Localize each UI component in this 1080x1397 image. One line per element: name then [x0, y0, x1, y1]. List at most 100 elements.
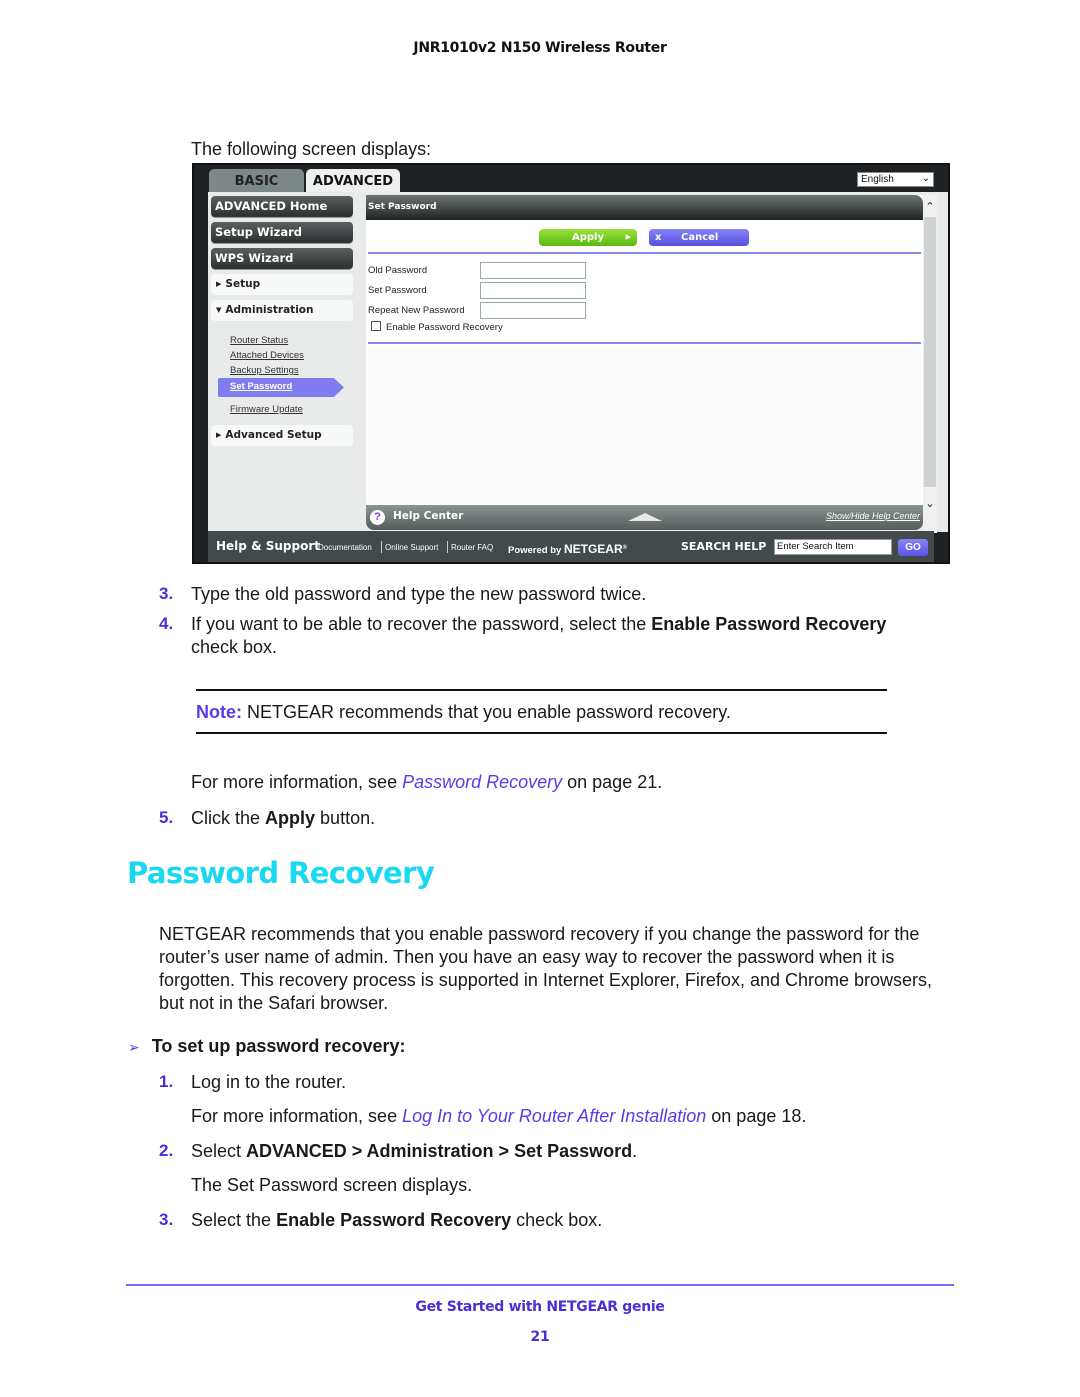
step-number: 3.: [159, 1210, 174, 1229]
step-text: If you want to be able to recover the pa…: [191, 613, 951, 659]
divider: [368, 252, 921, 254]
sidebar-administration[interactable]: ▼ Administration: [211, 300, 353, 321]
link-online-support[interactable]: Online Support: [385, 543, 438, 552]
more-info-text: For more information, see: [191, 1106, 403, 1126]
chevron-up-icon[interactable]: ⌃: [924, 200, 936, 213]
panel-empty-area: [368, 345, 921, 505]
sidebar-wps-wizard[interactable]: WPS Wizard: [211, 248, 353, 269]
scrollbar[interactable]: ⌃ ⌄: [923, 195, 937, 533]
sidebar-setup-wizard[interactable]: Setup Wizard: [211, 222, 353, 243]
router-screenshot: BASIC ADVANCED English ⌄ ADVANCED Home S…: [192, 163, 950, 564]
set-password-panel: Set Password Apply ▶ x Cancel Old Passwo…: [366, 195, 923, 505]
note-label: Note:: [196, 702, 242, 722]
step-text: Select ADVANCED > Administration > Set P…: [191, 1140, 637, 1163]
more-info: For more information, see Password Recov…: [191, 771, 662, 794]
language-select[interactable]: English ⌄: [857, 172, 934, 187]
cancel-button[interactable]: x Cancel: [649, 229, 749, 246]
step-text-plain: Select: [191, 1141, 247, 1161]
xref-log-in[interactable]: Log In to Your Router After Installation: [402, 1106, 706, 1126]
registered-mark: ®: [622, 544, 628, 551]
panel-title: Set Password: [366, 195, 923, 220]
powered-by: Powered by NETGEAR®: [508, 542, 627, 556]
intro-text: The following screen displays:: [191, 139, 432, 159]
step-text-plain: If you want to be able to recover the pa…: [191, 614, 652, 634]
step-number: 2.: [159, 1141, 174, 1160]
xref-password-recovery[interactable]: Password Recovery: [402, 772, 562, 792]
link-attached-devices[interactable]: Attached Devices: [230, 350, 304, 361]
sidebar-setup-label: Setup: [225, 278, 261, 290]
triangle-down-icon: ▼: [216, 306, 222, 314]
note-rule-top: [196, 689, 887, 691]
link-firmware-update[interactable]: Firmware Update: [230, 404, 303, 415]
scrollbar-thumb[interactable]: [924, 217, 936, 487]
enable-password-recovery-checkbox[interactable]: [371, 321, 381, 331]
step-text-plain: check box.: [191, 637, 278, 657]
repeat-password-input[interactable]: [480, 302, 586, 319]
sidebar-advanced-home[interactable]: ADVANCED Home: [211, 196, 353, 217]
help-support-title: Help & Support: [216, 539, 320, 553]
link-documentation[interactable]: Documentation: [318, 543, 372, 552]
search-help-input[interactable]: Enter Search Item: [774, 539, 892, 555]
link-backup-settings[interactable]: Backup Settings: [230, 365, 299, 376]
apply-button[interactable]: Apply ▶: [539, 229, 637, 246]
netgear-logo: NETGEAR: [563, 542, 623, 556]
router-topbar: BASIC ADVANCED English ⌄: [194, 165, 948, 193]
powered-by-text: Powered by: [508, 545, 562, 556]
tab-advanced[interactable]: ADVANCED: [306, 169, 400, 193]
step-text-plain: .: [632, 1141, 638, 1161]
link-set-password-label: Set Password: [230, 381, 293, 392]
help-center-bar: ? Help Center Show/Hide Help Center: [366, 505, 923, 530]
tab-basic[interactable]: BASIC: [209, 169, 304, 193]
sidebar-advanced-setup[interactable]: ▶ Advanced Setup: [211, 425, 353, 446]
cancel-label: Cancel: [681, 232, 719, 243]
enable-password-recovery-label: Enable Password Recovery: [386, 322, 503, 333]
set-password-label: Set Password: [368, 285, 427, 296]
chevron-down-icon: ⌄: [921, 173, 930, 184]
chevron-down-icon[interactable]: ⌄: [924, 497, 936, 510]
old-password-input[interactable]: [480, 262, 586, 279]
note-text: NETGEAR recommends that you enable passw…: [242, 702, 731, 722]
step-number: 5.: [159, 808, 174, 827]
procedure-title: To set up password recovery:: [151, 1036, 406, 1056]
step-text-bold: Enable Password Recovery: [651, 614, 887, 634]
step-number: 4.: [159, 614, 174, 633]
help-icon: ?: [370, 510, 385, 525]
step-text: Type the old password and type the new p…: [191, 584, 647, 604]
more-info-text: For more information, see: [191, 772, 403, 792]
link-set-password[interactable]: Set Password: [218, 378, 344, 397]
set-password-input[interactable]: [480, 282, 586, 299]
step-text-bold: Apply: [265, 808, 316, 828]
step-text-plain: check box.: [511, 1210, 603, 1230]
help-center-title: Help Center: [393, 510, 464, 522]
section-paragraph: NETGEAR recommends that you enable passw…: [159, 924, 933, 1013]
footer-title: Get Started with NETGEAR genie: [415, 1299, 665, 1315]
sidebar-advanced-setup-label: Advanced Setup: [225, 429, 322, 441]
show-hide-help-link[interactable]: Show/Hide Help Center: [826, 511, 920, 521]
note: Note: NETGEAR recommends that you enable…: [196, 702, 731, 723]
repeat-password-label: Repeat New Password: [368, 305, 465, 316]
running-header: JNR1010v2 N150 Wireless Router: [413, 40, 667, 56]
more-info: For more information, see Log In to Your…: [191, 1105, 806, 1128]
divider: [368, 342, 921, 344]
close-icon: x: [655, 232, 662, 243]
router-main: ADVANCED Home Setup Wizard WPS Wizard ▶ S…: [208, 192, 948, 533]
expand-up-icon[interactable]: [628, 513, 662, 521]
page-number: 21: [530, 1329, 550, 1345]
separator: [381, 541, 382, 553]
arrow-right-icon: ▶: [625, 233, 631, 241]
go-button[interactable]: GO: [898, 539, 928, 556]
more-info-text: on page 18.: [706, 1106, 807, 1126]
step-text-plain: Select the: [191, 1210, 277, 1230]
step-text: Log in to the router.: [191, 1072, 347, 1092]
sidebar-setup[interactable]: ▶ Setup: [211, 274, 353, 295]
sidebar-administration-label: Administration: [225, 304, 314, 316]
more-info-text: on page 21.: [562, 772, 663, 792]
link-router-status[interactable]: Router Status: [230, 335, 288, 346]
step-number: 1.: [159, 1072, 174, 1091]
router-footer: Help & Support Documentation Online Supp…: [208, 531, 934, 562]
step-text: Select the Enable Password Recovery chec…: [191, 1209, 602, 1232]
link-router-faq[interactable]: Router FAQ: [451, 543, 493, 552]
footer-rule: [126, 1284, 954, 1286]
separator: [447, 541, 448, 553]
procedure-heading: ➢ To set up password recovery:: [128, 1036, 405, 1057]
